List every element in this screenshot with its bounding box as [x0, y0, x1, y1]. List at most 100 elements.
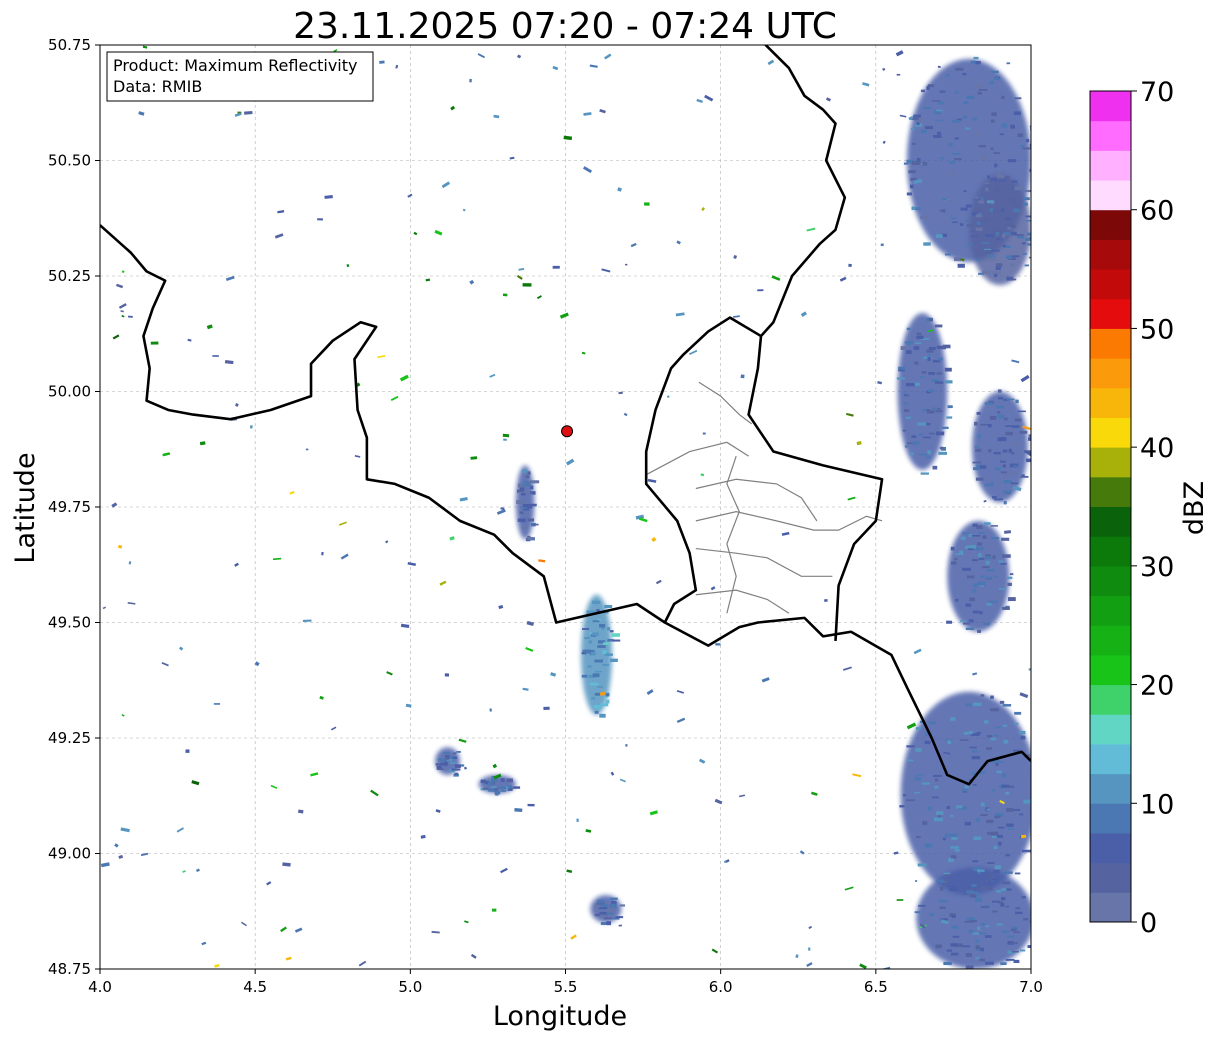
echo-pixel — [926, 456, 932, 459]
colorbar-band — [1090, 120, 1131, 151]
echo-pixel — [973, 208, 981, 212]
echo-pixel — [962, 788, 968, 792]
echo-pixel — [986, 602, 992, 606]
echo-pixel — [998, 414, 1005, 419]
echo-pixel — [1023, 799, 1031, 804]
echo-pixel — [946, 949, 952, 952]
echo-pixel — [454, 764, 461, 768]
echo-pixel — [903, 402, 909, 405]
echo-pixel — [955, 67, 964, 71]
echo-pixel — [1019, 430, 1028, 434]
echo-pixel — [990, 147, 994, 151]
echo-pixel — [904, 445, 908, 448]
echo-pixel — [977, 932, 987, 935]
echo-pixel — [597, 618, 602, 621]
echo-pixel — [185, 749, 190, 753]
echo-pixel — [1011, 950, 1019, 953]
echo-pixel — [997, 826, 1005, 829]
echo-pixel — [1010, 442, 1020, 446]
echo-pixel — [910, 170, 914, 173]
echo-pixel — [936, 879, 944, 882]
echo-pixel — [927, 389, 935, 392]
echo-pixel — [974, 547, 984, 551]
echo-pixel — [992, 555, 996, 560]
echo-pixel — [977, 434, 982, 438]
echo-pixel — [939, 886, 944, 891]
echo-pixel — [976, 731, 981, 735]
colorbar-label: dBZ — [1179, 481, 1210, 535]
echo-pixel — [911, 142, 916, 145]
echo-pixel — [972, 461, 982, 464]
echo-pixel — [924, 740, 931, 745]
echo-pixel — [922, 409, 927, 412]
echo-pixel — [922, 162, 928, 166]
echo-pixel — [959, 223, 964, 226]
echo-pixel — [444, 673, 450, 677]
echo-pixel — [995, 173, 1002, 176]
echo-pixel — [605, 693, 610, 697]
echo-pixel — [576, 818, 579, 822]
echo-pixel — [516, 500, 525, 504]
colorbar-tick-label: 0 — [1140, 908, 1157, 939]
echo-pixel — [920, 472, 929, 475]
echo-pixel — [959, 550, 964, 554]
echo-pixel — [1032, 832, 1037, 835]
echo-pixel — [920, 376, 925, 378]
echo-pixel — [935, 811, 944, 815]
plot-area[interactable] — [99, 40, 1042, 970]
echo-pixel — [980, 694, 985, 697]
echo-pixel — [939, 906, 946, 909]
echo-pixel — [1022, 147, 1031, 150]
echo-pixel — [960, 207, 968, 211]
echo-pixel — [935, 944, 942, 949]
echo-pixel — [986, 808, 990, 811]
echo-pixel — [975, 957, 980, 960]
echo-pixel — [1028, 434, 1031, 437]
colorbar-band — [1090, 239, 1131, 270]
echo-pixel — [1023, 197, 1030, 201]
echo-pixel — [1020, 145, 1025, 148]
echo-pixel — [971, 883, 977, 888]
echo-pixel — [1001, 930, 1010, 933]
echo-pixel — [948, 142, 953, 147]
radar-site-marker[interactable] — [561, 425, 574, 438]
echo-pixel — [994, 734, 999, 737]
echo-pixel — [978, 611, 983, 615]
echo-pixel — [932, 465, 938, 470]
echo-pixel — [982, 566, 990, 569]
echo-pixel — [581, 628, 590, 630]
echo-pixel — [1005, 791, 1010, 795]
echo-pixel — [975, 945, 980, 950]
echo-pixel — [987, 882, 992, 885]
echo-pixel — [298, 809, 304, 814]
echo-pixel — [600, 703, 609, 707]
y-tick-label: 49.50 — [48, 614, 91, 632]
echo-pixel — [1006, 807, 1014, 812]
echo-pixel — [521, 493, 526, 496]
echo-pixel — [911, 161, 921, 165]
echo-pixel — [927, 806, 932, 811]
echo-pixel — [969, 597, 975, 602]
echo-pixel — [993, 451, 1001, 455]
echo-pixel — [989, 80, 994, 85]
radar-map-figure: 23.11.2025 07:20 - 07:24 UTC Product: Ma… — [10, 6, 1210, 1032]
echo-pixel — [952, 221, 958, 224]
x-tick-label: 7.0 — [1019, 978, 1043, 996]
echo-pixel — [128, 315, 133, 318]
echo-pixel — [990, 695, 994, 699]
echo-pixel — [604, 604, 613, 609]
echo-pixel — [491, 786, 497, 789]
echo-pixel — [950, 217, 957, 220]
echo-pixel — [440, 762, 447, 766]
echo-pixel — [917, 422, 927, 426]
colorbar-band — [1090, 298, 1131, 329]
echo-pixel — [594, 692, 600, 696]
echo-pixel — [996, 770, 1003, 774]
echo-pixel — [1001, 784, 1010, 788]
echo-pixel — [984, 522, 991, 525]
echo-pixel — [972, 117, 977, 121]
echo-pixel — [594, 710, 599, 714]
echo-pixel — [914, 361, 919, 365]
echo-pixel — [928, 346, 936, 351]
echo-pixel — [1000, 563, 1007, 565]
